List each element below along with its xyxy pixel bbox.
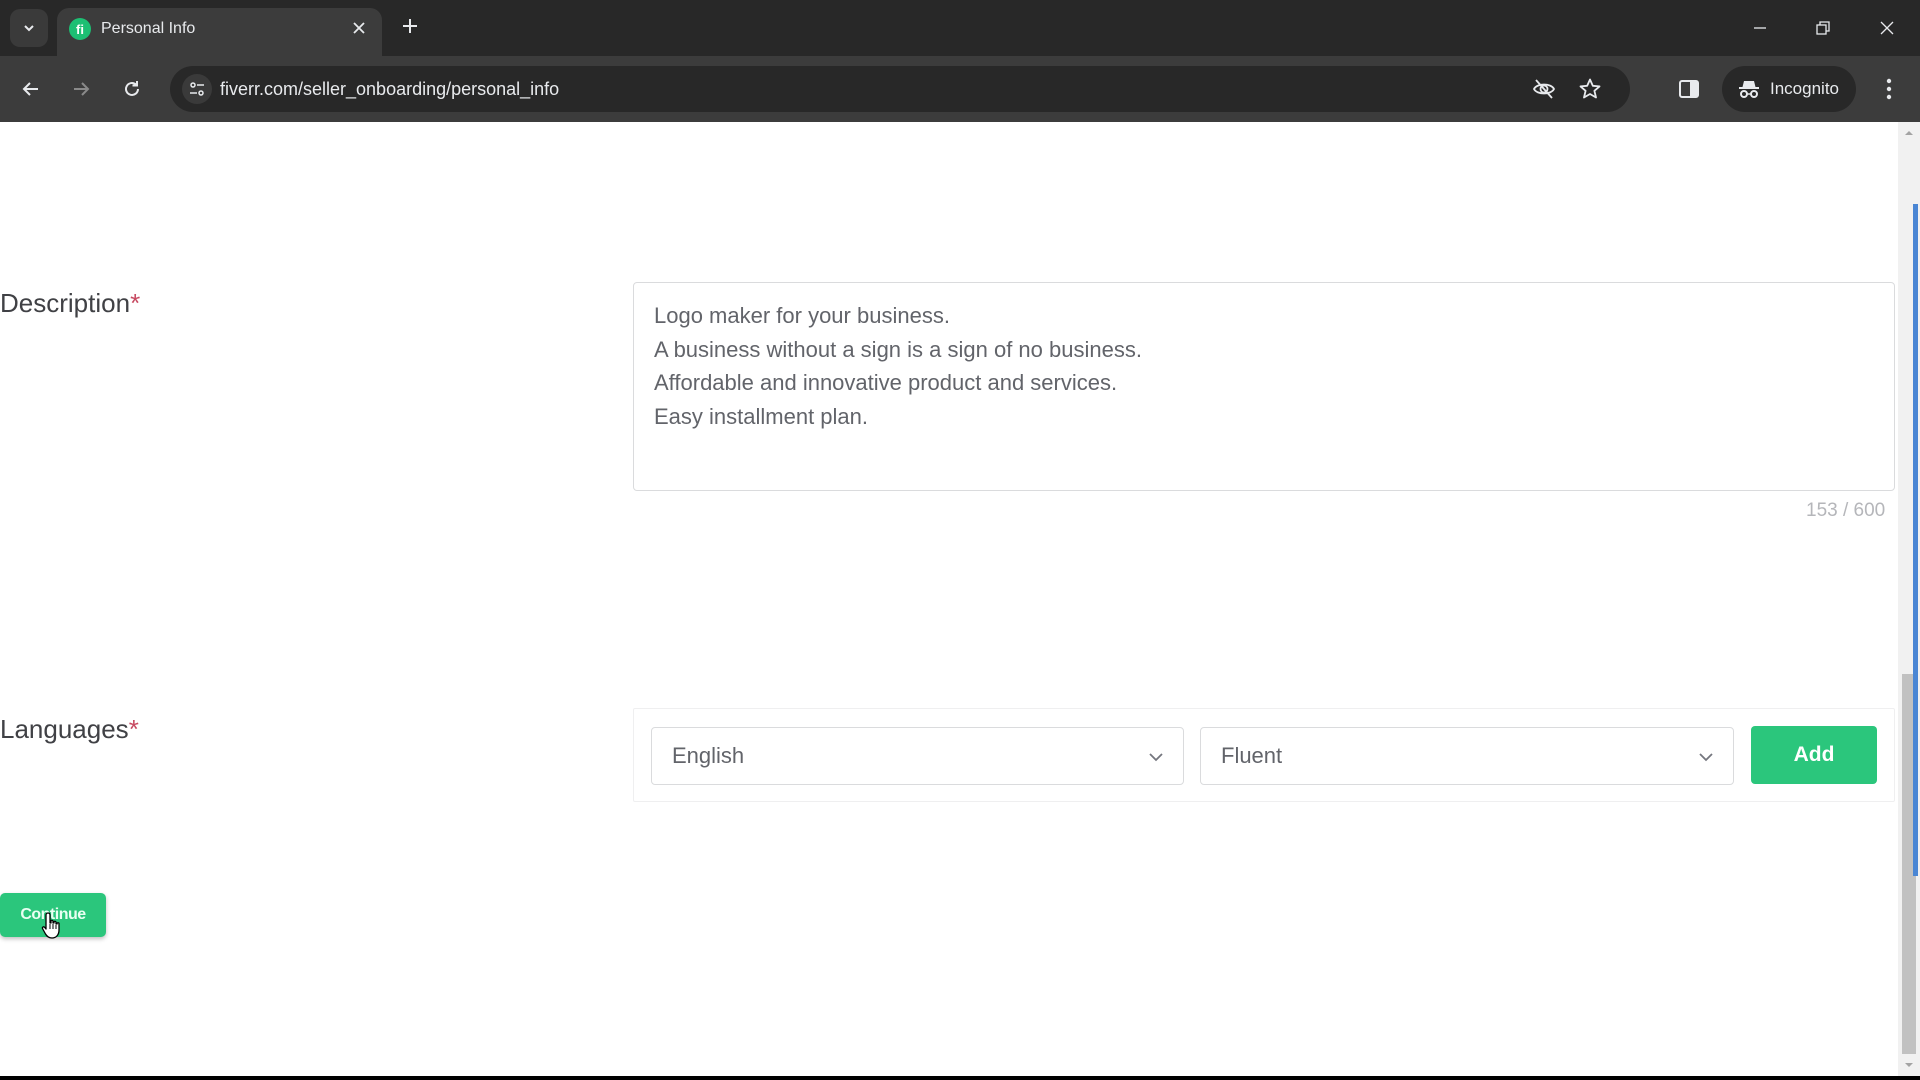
new-tab-button[interactable] xyxy=(396,12,424,40)
description-char-counter: 153 / 600 xyxy=(1806,500,1886,521)
address-bar[interactable]: fiverr.com/seller_onboarding/personal_in… xyxy=(170,66,1630,112)
close-icon xyxy=(1880,21,1894,35)
languages-label: Languages* xyxy=(0,714,139,745)
description-label: Description* xyxy=(0,288,140,319)
close-window-button[interactable] xyxy=(1867,10,1907,46)
tracking-protection-button[interactable] xyxy=(1530,75,1558,103)
incognito-label: Incognito xyxy=(1770,79,1839,98)
restore-button[interactable] xyxy=(1803,10,1843,46)
site-info-button[interactable] xyxy=(182,74,212,104)
description-label-text: Description xyxy=(0,288,131,318)
incognito-badge[interactable]: Incognito xyxy=(1722,66,1856,112)
url-text[interactable]: fiverr.com/seller_onboarding/personal_in… xyxy=(220,79,559,100)
close-icon xyxy=(353,22,365,34)
plus-icon xyxy=(403,19,417,33)
scroll-up-arrow-icon[interactable] xyxy=(1902,128,1916,138)
description-textarea[interactable]: Logo maker for your business. A business… xyxy=(633,282,1895,491)
side-panel-button[interactable] xyxy=(1672,72,1706,106)
page-scrollbar[interactable] xyxy=(1898,122,1920,1076)
kebab-menu-icon xyxy=(1886,78,1892,100)
add-language-button[interactable]: Add xyxy=(1751,726,1877,784)
language-level-select-value: Fluent xyxy=(1221,743,1283,768)
chevron-down-icon xyxy=(1149,753,1163,762)
scroll-down-arrow-icon[interactable] xyxy=(1902,1060,1916,1070)
tab-title: Personal Info xyxy=(101,20,196,37)
forward-button[interactable] xyxy=(64,72,98,106)
screen-bottom-edge xyxy=(0,1076,1920,1080)
languages-label-text: Languages xyxy=(0,714,129,744)
bookmark-button[interactable] xyxy=(1576,75,1604,103)
languages-input-group: English Fluent Add xyxy=(633,708,1895,802)
arrow-right-icon xyxy=(74,82,90,96)
required-mark: * xyxy=(130,288,141,318)
language-select[interactable]: English xyxy=(651,727,1184,785)
tab-personal-info[interactable]: fi Personal Info xyxy=(57,8,382,56)
page-content: Description* Logo maker for your busines… xyxy=(0,122,1898,1076)
chevron-down-icon xyxy=(24,25,34,32)
language-level-select[interactable]: Fluent xyxy=(1200,727,1734,785)
incognito-icon xyxy=(1736,76,1762,102)
minimize-icon xyxy=(1754,27,1766,29)
required-mark: * xyxy=(128,714,139,744)
arrow-left-icon xyxy=(22,82,38,96)
language-select-value: English xyxy=(672,743,745,768)
reload-button[interactable] xyxy=(115,72,149,106)
tune-icon xyxy=(190,82,204,96)
tab-strip: fi Personal Info xyxy=(0,0,1920,56)
reload-icon xyxy=(125,81,139,96)
scroll-indicator-strip xyxy=(1913,204,1918,876)
tab-close-button[interactable] xyxy=(346,15,372,41)
star-icon xyxy=(1579,78,1601,99)
minimize-button[interactable] xyxy=(1740,10,1780,46)
restore-icon xyxy=(1816,21,1830,35)
hand-pointer-cursor-icon xyxy=(41,912,60,939)
side-panel-icon xyxy=(1679,80,1699,98)
eye-off-icon xyxy=(1532,79,1556,99)
browser-menu-button[interactable] xyxy=(1872,72,1906,106)
back-button[interactable] xyxy=(14,72,48,106)
fiverr-favicon-icon: fi xyxy=(69,18,91,40)
tab-search-button[interactable] xyxy=(10,9,48,47)
chevron-down-icon xyxy=(1699,753,1713,762)
browser-toolbar: fiverr.com/seller_onboarding/personal_in… xyxy=(0,56,1920,122)
